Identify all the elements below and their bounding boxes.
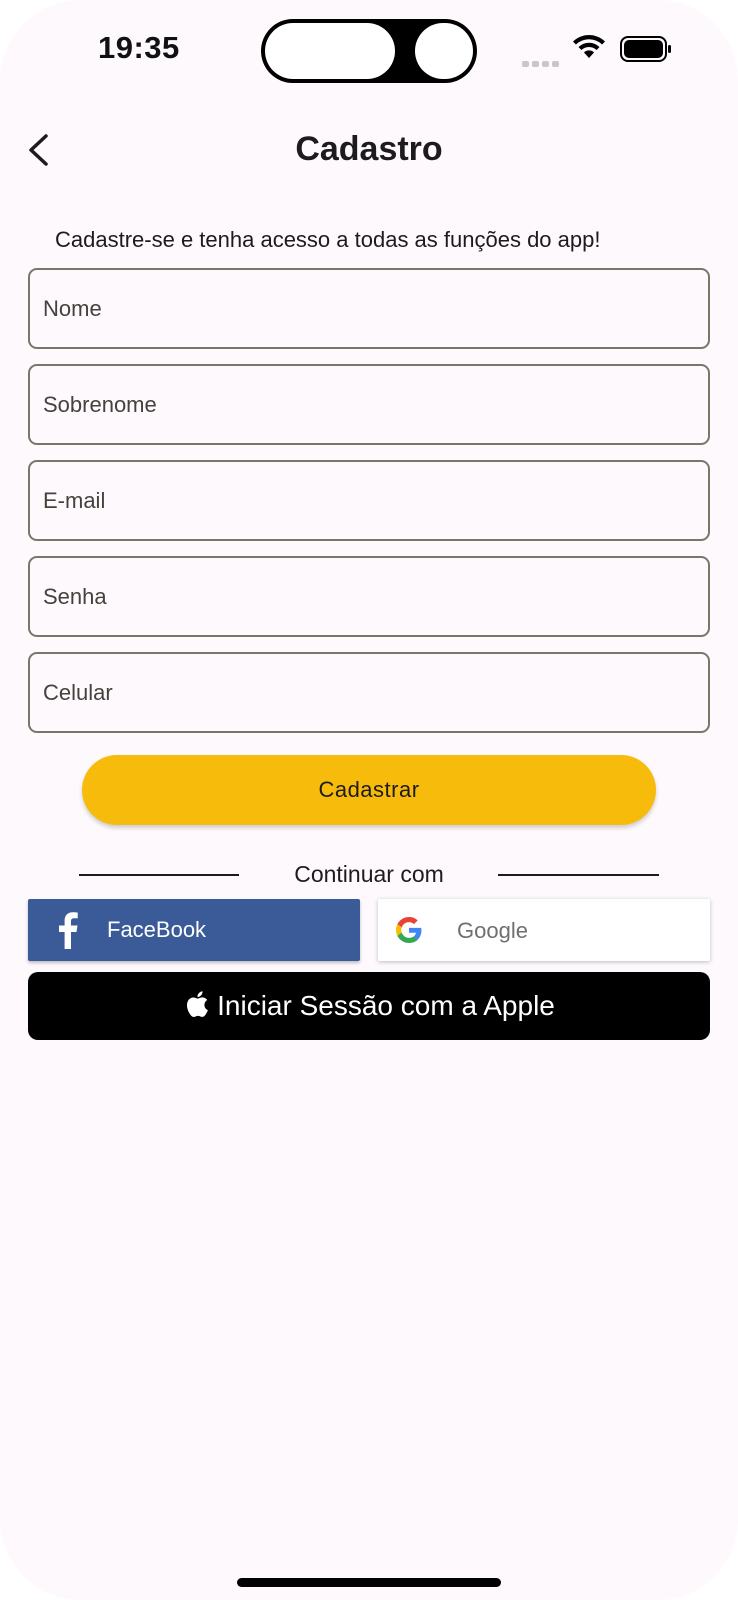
facebook-login-button[interactable]: FaceBook	[28, 899, 360, 961]
cadastrar-button[interactable]: Cadastrar	[82, 755, 656, 825]
email-field[interactable]	[28, 460, 710, 541]
celular-field[interactable]	[28, 652, 710, 733]
apple-signin-button[interactable]: Iniciar Sessão com a Apple	[28, 972, 710, 1040]
form-subtitle: Cadastre-se e tenha acesso a todas as fu…	[55, 227, 601, 252]
continue-with-label: Continuar com	[294, 861, 444, 887]
sobrenome-field[interactable]	[28, 364, 710, 445]
apple-icon	[187, 991, 209, 1017]
divider-line-left	[79, 874, 239, 876]
google-login-button[interactable]: Google	[378, 899, 710, 961]
status-time: 19:35	[98, 30, 180, 65]
wifi-icon	[573, 35, 605, 58]
senha-field[interactable]	[28, 556, 710, 637]
island-right-pill	[415, 23, 473, 79]
google-label: Google	[457, 918, 528, 943]
island-left-pill	[265, 23, 395, 79]
divider-line-right	[498, 874, 659, 876]
facebook-icon	[59, 912, 78, 949]
home-indicator[interactable]	[237, 1578, 501, 1587]
apple-signin-label: Iniciar Sessão com a Apple	[217, 990, 555, 1021]
facebook-label: FaceBook	[107, 917, 207, 942]
cellular-signal-icon	[522, 54, 562, 67]
page-title: Cadastro	[295, 130, 443, 168]
battery-icon	[620, 36, 671, 62]
app-screen: 19:35 Cadastro Cadastre-se e tenha acess…	[0, 0, 738, 1600]
nome-field[interactable]	[28, 268, 710, 349]
google-icon	[396, 917, 422, 943]
dynamic-island	[261, 19, 477, 83]
